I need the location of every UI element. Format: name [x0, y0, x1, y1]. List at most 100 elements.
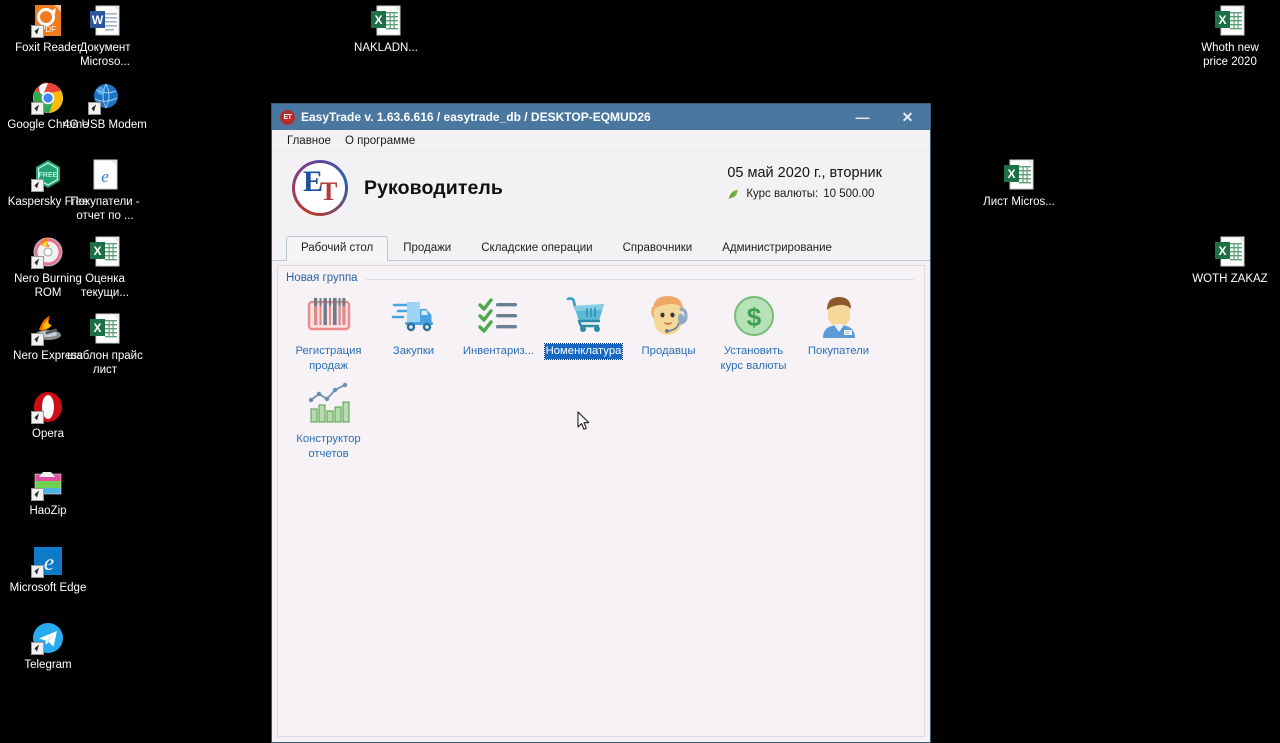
- desktop-icon-16[interactable]: X Whoth new price 2020: [1188, 4, 1272, 69]
- desktop-icon-8[interactable]: X Оценка текущи...: [63, 235, 147, 300]
- desktop-icon-15[interactable]: X NAKLADN...: [344, 4, 428, 56]
- excel-document-icon: X: [88, 312, 122, 346]
- desktop-icon-label: Whoth new price 2020: [1201, 42, 1259, 68]
- easytrade-app-icon: [280, 109, 295, 125]
- shortcut-barcode[interactable]: Регистрация продаж: [286, 290, 371, 378]
- logo-letter-t: T: [320, 177, 338, 206]
- desktop-icon-10[interactable]: X шаблон прайс лист: [63, 312, 147, 377]
- shortcut-operator[interactable]: Продавцы: [626, 290, 711, 378]
- globe-modem-icon: [88, 81, 122, 115]
- desktop-icon-label: Opera: [32, 428, 64, 440]
- excel-document-icon: X: [88, 235, 122, 269]
- close-button[interactable]: ✕: [885, 104, 930, 130]
- shortcut-overlay-icon: [31, 102, 44, 115]
- svg-text:FREE: FREE: [39, 172, 58, 179]
- easytrade-logo-icon: E T: [292, 160, 348, 216]
- desktop-icon-label: WOTH ZAKAZ: [1192, 273, 1268, 285]
- page-title: Руководитель: [364, 176, 503, 199]
- group-header: Новая группа: [278, 266, 924, 284]
- shortcut-label: Конструктор отчетов: [296, 433, 361, 460]
- desktop-icon-14[interactable]: Telegram: [6, 621, 90, 673]
- desktop-icon-label: HaoZip: [29, 505, 67, 517]
- svg-text:X: X: [1218, 244, 1226, 258]
- group-label: Новая группа: [286, 272, 358, 284]
- desktop-icon-4[interactable]: 4G USB Modem: [63, 81, 147, 133]
- current-date: 05 май 2020 г., вторник: [727, 165, 882, 181]
- tab-3[interactable]: Складские операции: [466, 236, 607, 260]
- shortcut-overlay-icon: [31, 256, 44, 269]
- operator-icon: [645, 292, 693, 340]
- svg-text:X: X: [93, 321, 101, 335]
- shopping-cart-icon: [560, 292, 608, 340]
- microsoft-edge-icon: e: [31, 544, 65, 578]
- currency-leaf-icon: [727, 187, 741, 201]
- tab-1[interactable]: Рабочий стол: [286, 236, 389, 261]
- shortcut-label: Регистрация продаж: [295, 345, 362, 372]
- shortcut-shopping-cart[interactable]: Номенклатура: [541, 290, 626, 378]
- shortcut-label: Инвентариз...: [462, 345, 535, 357]
- shortcut-grid: Регистрация продаж Закупки Инвентариз...…: [278, 284, 924, 466]
- shortcut-overlay-icon: [31, 488, 44, 501]
- google-chrome-icon: [31, 81, 65, 115]
- work-area: Новая группа Регистрация продаж Закупки …: [277, 265, 925, 737]
- svg-text:e: e: [44, 550, 54, 575]
- desktop-icon-label: Покупатели - отчет по ...: [70, 196, 140, 222]
- shortcut-checklist[interactable]: Инвентариз...: [456, 290, 541, 378]
- shortcut-overlay-icon: [31, 25, 44, 38]
- dollar-coin-icon: $: [730, 292, 778, 340]
- desktop-icon-6[interactable]: e Покупатели - отчет по ...: [63, 158, 147, 223]
- nero-burning-rom-icon: [31, 235, 65, 269]
- svg-text:X: X: [1007, 167, 1015, 181]
- svg-text:X: X: [374, 13, 382, 27]
- brand: E T Руководитель: [286, 160, 503, 216]
- desktop-icon-11[interactable]: Opera: [6, 390, 90, 442]
- desktop-icon-label: Документ Microso...: [79, 42, 131, 68]
- shortcut-overlay-icon: [88, 102, 101, 115]
- shortcut-dollar-coin[interactable]: $ Установить курс валюты: [711, 290, 796, 378]
- desktop-icon-label: шаблон прайс лист: [67, 350, 143, 376]
- desktop-icon-17[interactable]: X Лист Micros...: [977, 158, 1061, 210]
- app-header: E T Руководитель 05 май 2020 г., вторник…: [272, 152, 930, 236]
- currency-rate-label: Курс валюты:: [746, 188, 819, 200]
- shortcut-overlay-icon: [31, 179, 44, 192]
- checklist-icon: [475, 292, 523, 340]
- barcode-icon: [305, 292, 353, 340]
- shortcut-overlay-icon: [31, 565, 44, 578]
- shortcut-label: Покупатели: [807, 345, 870, 357]
- desktop-icon-label: Microsoft Edge: [9, 582, 87, 594]
- desktop-icon-18[interactable]: X WOTH ZAKAZ: [1188, 235, 1272, 287]
- desktop-icon-label: 4G USB Modem: [63, 119, 147, 131]
- desktop-icon-12[interactable]: HaoZip: [6, 467, 90, 519]
- tab-5[interactable]: Администрирование: [707, 236, 847, 260]
- desktop-icon-13[interactable]: e Microsoft Edge: [6, 544, 90, 596]
- svg-text:e: e: [101, 167, 109, 186]
- excel-document-icon: X: [1213, 235, 1247, 269]
- report-chart-icon: [305, 380, 353, 428]
- shortcut-report-chart[interactable]: Конструктор отчетов: [286, 378, 371, 466]
- foxit-reader-icon: PDF: [31, 4, 65, 38]
- shortcut-label: Номенклатура: [543, 343, 624, 360]
- header-info: 05 май 2020 г., вторник Курс валюты: 10 …: [727, 160, 916, 201]
- tab-2[interactable]: Продажи: [388, 236, 466, 260]
- menu-item-about[interactable]: О программе: [338, 133, 422, 149]
- desktop-icon-label: Оценка текущи...: [81, 273, 129, 299]
- window-titlebar[interactable]: EasyTrade v. 1.63.6.616 / easytrade_db /…: [272, 104, 930, 130]
- tab-strip: Рабочий стол Продажи Складские операции Спр…: [272, 236, 930, 261]
- shortcut-delivery-truck[interactable]: Закупки: [371, 290, 456, 378]
- haozip-icon: [31, 467, 65, 501]
- tab-4[interactable]: Справочники: [608, 236, 708, 260]
- excel-document-icon: X: [1002, 158, 1036, 192]
- window-title: EasyTrade v. 1.63.6.616 / easytrade_db /…: [301, 110, 651, 124]
- shortcut-overlay-icon: [31, 411, 44, 424]
- desktop-icon-label: Лист Micros...: [983, 196, 1055, 208]
- edge-document-icon: e: [88, 158, 122, 192]
- desktop-icon-label: NAKLADN...: [354, 42, 418, 54]
- group-divider: [365, 278, 914, 280]
- opera-icon: [31, 390, 65, 424]
- menu-item-main[interactable]: Главное: [280, 133, 338, 149]
- minimize-button[interactable]: —: [840, 104, 885, 130]
- shortcut-customer[interactable]: Покупатели: [796, 290, 881, 378]
- customer-icon: [815, 292, 863, 340]
- shortcut-label: Закупки: [392, 345, 435, 357]
- desktop-icon-2[interactable]: W Документ Microso...: [63, 4, 147, 69]
